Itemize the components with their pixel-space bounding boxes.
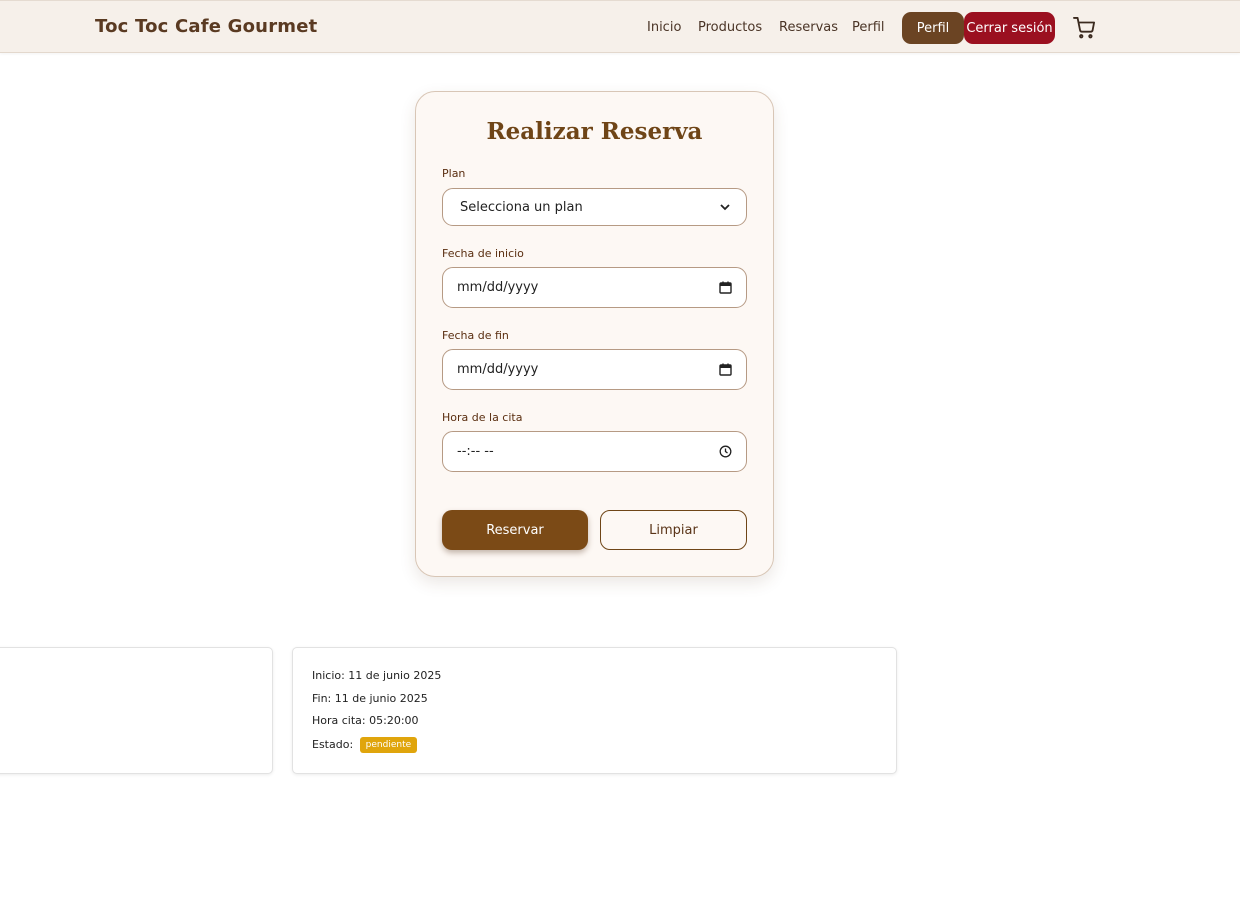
time-input[interactable]: --:-- -- — [442, 431, 747, 472]
end-date-value: mm/dd/yyyy — [457, 362, 539, 377]
nav-link-productos[interactable]: Productos — [698, 20, 762, 35]
brand-logo-text[interactable]: Toc Toc Cafe Gourmet — [95, 16, 317, 37]
perfil-button[interactable]: Perfil — [902, 12, 964, 44]
clock-icon[interactable] — [718, 445, 732, 459]
logout-button[interactable]: Cerrar sesión — [964, 12, 1055, 44]
status-label: Estado: — [312, 738, 354, 751]
reservation-end: Fin: 11 de junio 2025 — [312, 692, 428, 705]
calendar-icon[interactable] — [718, 363, 732, 377]
reservation-time: Hora cita: 05:20:00 — [312, 714, 419, 727]
nav-link-perfil[interactable]: Perfil — [852, 20, 885, 35]
plan-select-value: Selecciona un plan — [460, 199, 583, 215]
reservar-button[interactable]: Reservar — [442, 510, 588, 550]
nav-link-inicio[interactable]: Inicio — [647, 20, 681, 35]
reservation-card — [0, 647, 273, 774]
start-date-input[interactable]: mm/dd/yyyy — [442, 267, 747, 308]
calendar-icon[interactable] — [718, 281, 732, 295]
navbar: Toc Toc Cafe Gourmet Inicio Productos Re… — [0, 0, 1240, 53]
nav-link-reservas[interactable]: Reservas — [779, 20, 838, 35]
cart-icon[interactable] — [1073, 17, 1095, 39]
time-label: Hora de la cita — [442, 411, 523, 424]
reservation-status: Estado: pendiente — [312, 737, 418, 753]
plan-select[interactable]: Selecciona un plan — [442, 188, 747, 226]
start-date-value: mm/dd/yyyy — [457, 280, 539, 295]
reservation-form-card: Realizar Reserva Plan Selecciona un plan… — [415, 91, 774, 577]
end-date-input[interactable]: mm/dd/yyyy — [442, 349, 747, 390]
status-badge: pendiente — [359, 737, 418, 753]
limpiar-button[interactable]: Limpiar — [600, 510, 747, 550]
chevron-down-icon — [718, 200, 732, 214]
time-value: --:-- -- — [457, 444, 494, 459]
plan-label: Plan — [442, 167, 466, 180]
start-date-label: Fecha de inicio — [442, 247, 524, 260]
reservation-card: Inicio: 11 de junio 2025 Fin: 11 de juni… — [292, 647, 897, 774]
end-date-label: Fecha de fin — [442, 329, 509, 342]
form-title: Realizar Reserva — [486, 118, 703, 145]
reservation-start: Inicio: 11 de junio 2025 — [312, 669, 442, 682]
